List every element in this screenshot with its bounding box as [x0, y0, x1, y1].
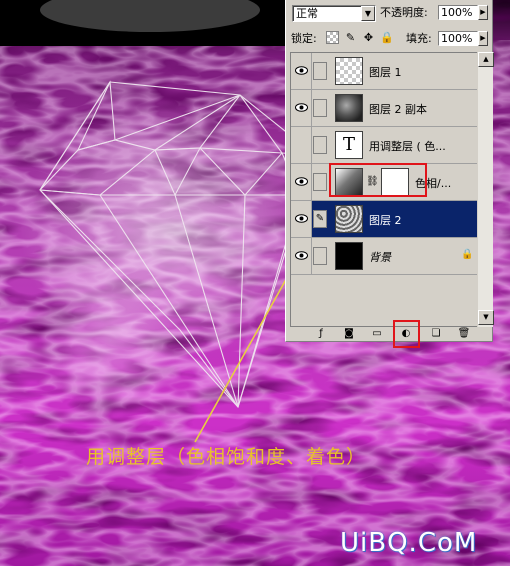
layer-name: 图层 2 [369, 214, 402, 227]
lock-brush-icon[interactable]: ✎ [344, 31, 357, 44]
layer-name: 图层 2 副本 [369, 103, 427, 116]
blend-mode-select[interactable]: 正常 ▼ [292, 5, 376, 22]
opacity-label: 不透明度: [380, 6, 428, 19]
layer-thumbnail [335, 94, 363, 122]
trash-icon[interactable]: 🗑 [457, 327, 471, 340]
layer-link-cell[interactable] [313, 173, 327, 191]
layer-link-cell[interactable] [313, 99, 327, 117]
layer-style-icon[interactable]: ƒ [314, 327, 328, 340]
layer-name: 用调整层 ( 色... [369, 140, 446, 153]
new-layer-icon[interactable]: ❏ [429, 327, 443, 340]
layer-link-cell[interactable] [313, 136, 327, 154]
highlight-adjustment-layer [329, 163, 427, 197]
layer-thumbnail [335, 57, 363, 85]
visibility-toggle[interactable] [291, 53, 312, 89]
visibility-toggle[interactable] [291, 90, 312, 126]
visibility-toggle[interactable] [291, 201, 312, 237]
eye-icon [295, 214, 308, 223]
eye-icon [295, 177, 308, 186]
layer-link-cell[interactable] [313, 247, 327, 265]
fill-input[interactable]: 100% [438, 31, 478, 46]
layer-name: 背景 [369, 251, 391, 264]
annotation-caption: 用调整层（色相饱和度、着色） [86, 446, 367, 468]
lock-all-icon[interactable]: 🔒 [380, 31, 394, 44]
visibility-toggle[interactable] [291, 127, 312, 163]
layer-row[interactable]: T 用调整层 ( 色... [291, 127, 477, 164]
scroll-down-icon[interactable]: ▼ [478, 310, 494, 325]
layer-row[interactable]: 图层 2 副本 [291, 90, 477, 127]
lock-transparency-icon[interactable] [326, 31, 339, 44]
layer-thumbnail [335, 242, 363, 270]
layer-name: 图层 1 [369, 66, 402, 79]
layers-empty-area [291, 275, 477, 326]
layers-bottom-toolbar: ƒ ◙ ▭ ◐ ❏ 🗑 [286, 327, 492, 341]
layer-mask-icon[interactable]: ◙ [342, 327, 356, 340]
opacity-input[interactable]: 100% [438, 5, 478, 20]
visibility-toggle[interactable] [291, 238, 312, 274]
fill-label: 填充: [406, 32, 432, 45]
lock-move-icon[interactable]: ✥ [362, 31, 375, 44]
scroll-up-icon[interactable]: ▲ [478, 52, 494, 67]
watermark: UiBQ.CoM [340, 528, 478, 558]
layers-scrollbar[interactable]: ▲ ▼ [477, 52, 494, 327]
layer-link-cell[interactable] [313, 62, 327, 80]
chevron-down-icon[interactable]: ▼ [361, 6, 375, 21]
highlight-adjustment-button [393, 320, 420, 348]
lock-row: 锁定: ✎ ✥ 🔒 填充: 100% ▶ [286, 26, 492, 48]
brush-icon[interactable]: ✎ [313, 210, 327, 228]
layer-row[interactable]: ✎ 图层 2 [291, 201, 477, 238]
blend-row: 正常 ▼ 不透明度: 100% ▶ [286, 0, 492, 22]
lock-label: 锁定: [291, 32, 317, 45]
layer-thumbnail [335, 205, 363, 233]
opacity-arrow-icon[interactable]: ▶ [478, 5, 488, 20]
visibility-toggle[interactable] [291, 164, 312, 200]
eye-icon [295, 66, 308, 75]
new-group-icon[interactable]: ▭ [370, 327, 384, 340]
eye-icon [295, 103, 308, 112]
lock-icon: 🔒 [461, 249, 474, 260]
blend-mode-value: 正常 [296, 7, 318, 20]
layer-row[interactable]: 背景 🔒 [291, 238, 477, 275]
eye-icon [295, 251, 308, 260]
text-layer-icon: T [335, 131, 363, 159]
fill-arrow-icon[interactable]: ▶ [478, 31, 488, 46]
layer-row[interactable]: 图层 1 [291, 53, 477, 90]
